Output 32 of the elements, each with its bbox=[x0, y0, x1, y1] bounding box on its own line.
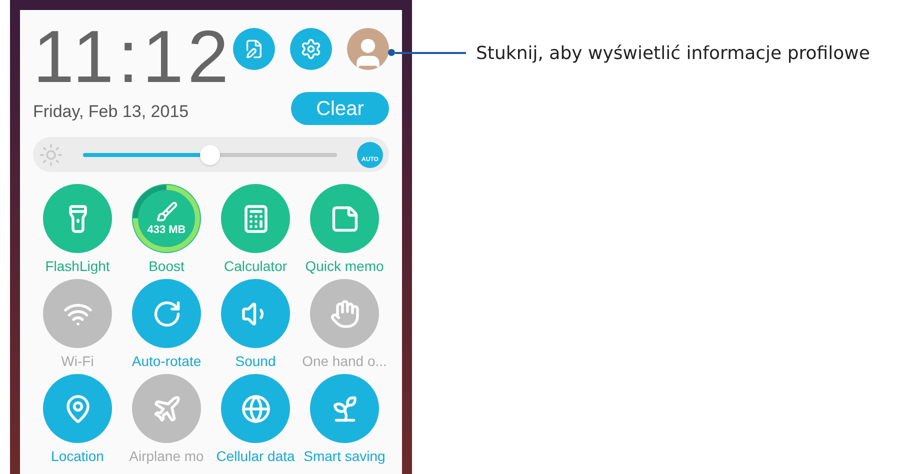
profile-avatar[interactable] bbox=[347, 28, 389, 70]
brightness-icon bbox=[39, 142, 63, 166]
tile-label: FlashLight bbox=[45, 258, 110, 274]
tile-label: Cellular data bbox=[216, 448, 295, 464]
rotate-icon bbox=[152, 298, 182, 328]
edit-icon bbox=[244, 39, 264, 59]
clear-button[interactable]: Clear bbox=[291, 92, 389, 125]
settings-button[interactable] bbox=[290, 28, 332, 70]
clock-time: 11:12 bbox=[33, 22, 233, 92]
tile-label: One hand o... bbox=[302, 353, 387, 369]
tile-label: Boost bbox=[148, 258, 184, 274]
tile-label: Sound bbox=[235, 353, 276, 369]
hand-icon bbox=[330, 298, 360, 328]
tile-label: Airplane mo bbox=[129, 448, 204, 464]
tile-label: Wi-Fi bbox=[61, 353, 94, 369]
settings-icon bbox=[300, 38, 322, 60]
quick-setting-toggle[interactable]: 433 MB bbox=[132, 184, 201, 253]
tile-label: Quick memo bbox=[305, 258, 384, 274]
clock-date: Friday, Feb 13, 2015 bbox=[33, 101, 190, 123]
tile-label: Smart saving bbox=[304, 448, 386, 464]
memory-value: 433 MB bbox=[147, 225, 186, 236]
note-icon bbox=[330, 204, 360, 234]
brush-icon bbox=[156, 201, 178, 223]
globe-icon bbox=[240, 394, 270, 424]
tile-label: Auto-rotate bbox=[132, 353, 202, 369]
edit-button[interactable] bbox=[233, 28, 275, 70]
callout-text: Stuknij, aby wyświetlić informacje profilowe bbox=[476, 42, 870, 66]
brightness-slider[interactable] bbox=[83, 144, 337, 164]
tile-label: Location bbox=[51, 448, 104, 464]
tile-label: Calculator bbox=[224, 258, 288, 274]
airplane-icon bbox=[152, 394, 182, 424]
slider-thumb[interactable] bbox=[200, 144, 220, 164]
